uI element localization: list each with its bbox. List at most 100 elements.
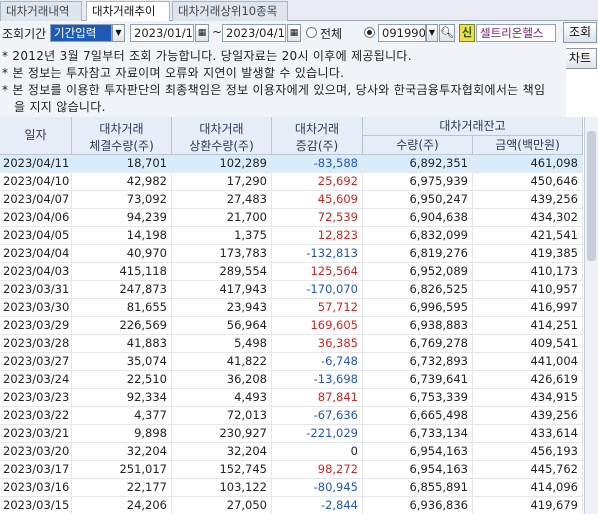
cell-executed: 22,177 — [72, 479, 172, 497]
cell-executed: 35,074 — [72, 353, 172, 371]
cell-amount: 456,193 — [473, 443, 583, 461]
radio-all[interactable] — [306, 27, 317, 38]
tab-lending-history[interactable]: 대차거래내역 — [0, 1, 82, 21]
table-row[interactable]: 2023/03/24 22,510 36,208 -13,698 6,739,641 42… — [0, 371, 583, 389]
vertical-scrollbar[interactable] — [584, 117, 598, 514]
radio-stock[interactable] — [364, 27, 375, 38]
cell-change: -6,748 — [272, 353, 363, 371]
cell-amount: 434,915 — [473, 389, 583, 407]
cell-amount: 441,004 — [473, 353, 583, 371]
cell-change: -67,636 — [272, 407, 363, 425]
cell-executed: 247,873 — [72, 281, 172, 299]
cell-executed: 18,701 — [72, 155, 172, 173]
cell-amount: 414,096 — [473, 479, 583, 497]
cell-repaid: 103,122 — [172, 479, 272, 497]
tab-bar: 대차거래내역 대차거래추이 대차거래상위10종목 — [0, 0, 598, 22]
table-row[interactable]: 2023/04/06 94,239 21,700 72,539 6,904,638 434… — [0, 209, 583, 227]
period-type-select[interactable]: 기간입력 — [50, 24, 112, 42]
header-change[interactable]: 대차거래 증감(주) — [272, 117, 363, 155]
cell-repaid: 36,208 — [172, 371, 272, 389]
cell-repaid: 32,204 — [172, 443, 272, 461]
cell-quantity: 6,954,163 — [363, 443, 473, 461]
cell-quantity: 6,826,525 — [363, 281, 473, 299]
table-row[interactable]: 2023/04/11 18,701 102,289 -83,588 6,892,351 4… — [0, 155, 583, 173]
header-executed[interactable]: 대차거래 체결수량(주) — [72, 117, 172, 155]
chart-button[interactable]: 차트 — [563, 48, 597, 69]
cell-amount: 419,385 — [473, 245, 583, 263]
cell-amount: 416,997 — [473, 299, 583, 317]
cell-repaid: 21,700 — [172, 209, 272, 227]
table-row[interactable]: 2023/04/10 42,982 17,290 25,692 6,975,939 450… — [0, 173, 583, 191]
cell-quantity: 6,892,351 — [363, 155, 473, 173]
cell-date: 2023/04/10 — [0, 173, 72, 191]
cell-repaid: 417,943 — [172, 281, 272, 299]
table-row[interactable]: 2023/03/27 35,074 41,822 -6,748 6,732,893 441… — [0, 353, 583, 371]
table-row[interactable]: 2023/03/21 9,898 230,927 -221,029 6,733,134 4… — [0, 425, 583, 443]
cell-executed: 4,377 — [72, 407, 172, 425]
cell-amount: 461,098 — [473, 155, 583, 173]
table-row[interactable]: 2023/03/20 32,204 32,204 0 6,954,163 456,193 — [0, 443, 583, 461]
header-repaid[interactable]: 대차거래 상환수량(주) — [172, 117, 272, 155]
table-row[interactable]: 2023/03/15 24,206 27,050 -2,844 6,936,836 419… — [0, 497, 583, 514]
period-type-dropdown-icon[interactable]: ▼ — [112, 24, 125, 42]
table-row[interactable]: 2023/03/22 4,377 72,013 -67,636 6,665,498 439… — [0, 407, 583, 425]
tab-lending-trend[interactable]: 대차거래추이 — [86, 1, 170, 22]
cell-repaid: 23,943 — [172, 299, 272, 317]
cell-date: 2023/03/28 — [0, 335, 72, 353]
cell-amount: 421,541 — [473, 227, 583, 245]
table-row[interactable]: 2023/04/07 73,092 27,483 45,609 6,950,247 439… — [0, 191, 583, 209]
cell-change: 125,564 — [272, 263, 363, 281]
cell-quantity: 6,904,638 — [363, 209, 473, 227]
cell-quantity: 6,732,893 — [363, 353, 473, 371]
end-date-value: 2023/04/11 — [226, 26, 286, 40]
table-row[interactable]: 2023/03/30 81,655 23,943 57,712 6,996,595 416… — [0, 299, 583, 317]
end-calendar-icon[interactable]: ▦ — [287, 24, 301, 42]
stock-name-field: 셀트리온헬스 — [476, 24, 556, 42]
header-date-label: 일자 — [24, 128, 47, 142]
start-date-input[interactable]: 2023/01/11 — [130, 24, 194, 42]
stock-code-value: 091990 — [382, 26, 426, 40]
cell-repaid: 27,050 — [172, 497, 272, 514]
cell-date: 2023/03/27 — [0, 353, 72, 371]
cell-amount: 450,646 — [473, 173, 583, 191]
table-row[interactable]: 2023/04/04 40,970 173,783 -132,813 6,819,276… — [0, 245, 583, 263]
cell-executed: 41,883 — [72, 335, 172, 353]
header-quantity[interactable]: 수량(주) — [363, 136, 473, 155]
range-separator: ~ — [212, 25, 223, 39]
scrollbar-thumb[interactable] — [587, 131, 596, 261]
header-amount-label: 금액(백만원) — [495, 138, 560, 152]
table-row[interactable]: 2023/04/05 14,198 1,375 12,823 6,832,099 421,… — [0, 227, 583, 245]
table-row[interactable]: 2023/03/23 92,334 4,493 87,841 6,753,339 434,… — [0, 389, 583, 407]
start-calendar-icon[interactable]: ▦ — [195, 24, 209, 42]
cell-amount: 419,679 — [473, 497, 583, 514]
table-row[interactable]: 2023/04/03 415,118 289,554 125,564 6,952,089… — [0, 263, 583, 281]
cell-quantity: 6,950,247 — [363, 191, 473, 209]
tab-lending-top10[interactable]: 대차거래상위10종목 — [172, 1, 288, 21]
stock-name-value: 셀트리온헬스 — [480, 26, 544, 40]
search-icon[interactable]: 🔍︎ — [439, 24, 455, 42]
table-row[interactable]: 2023/03/31 247,873 417,943 -170,070 6,826,52… — [0, 281, 583, 299]
cell-executed: 92,334 — [72, 389, 172, 407]
cell-repaid: 173,783 — [172, 245, 272, 263]
stock-code-input[interactable]: 091990 — [378, 24, 426, 42]
cell-executed: 226,569 — [72, 317, 172, 335]
header-amount[interactable]: 금액(백만원) — [473, 136, 583, 155]
cell-repaid: 72,013 — [172, 407, 272, 425]
table-row[interactable]: 2023/03/16 22,177 103,122 -80,945 6,855,891 4… — [0, 479, 583, 497]
cell-change: 72,539 — [272, 209, 363, 227]
cell-repaid: 17,290 — [172, 173, 272, 191]
table-row[interactable]: 2023/03/28 41,883 5,498 36,385 6,769,278 409,… — [0, 335, 583, 353]
cell-date: 2023/03/20 — [0, 443, 72, 461]
cell-date: 2023/03/22 — [0, 407, 72, 425]
end-date-input[interactable]: 2023/04/11 — [222, 24, 286, 42]
search-button[interactable]: 조회 — [563, 22, 597, 43]
table-row[interactable]: 2023/03/17 251,017 152,745 98,272 6,954,163 4… — [0, 461, 583, 479]
header-date[interactable]: 일자 — [0, 117, 72, 155]
cell-change: -80,945 — [272, 479, 363, 497]
cell-amount: 414,251 — [473, 317, 583, 335]
table-row[interactable]: 2023/03/29 226,569 56,964 169,605 6,938,883 4… — [0, 317, 583, 335]
cell-amount: 439,256 — [473, 191, 583, 209]
cell-date: 2023/04/07 — [0, 191, 72, 209]
code-dropdown-icon[interactable]: ▼ — [426, 24, 438, 42]
cell-quantity: 6,996,595 — [363, 299, 473, 317]
